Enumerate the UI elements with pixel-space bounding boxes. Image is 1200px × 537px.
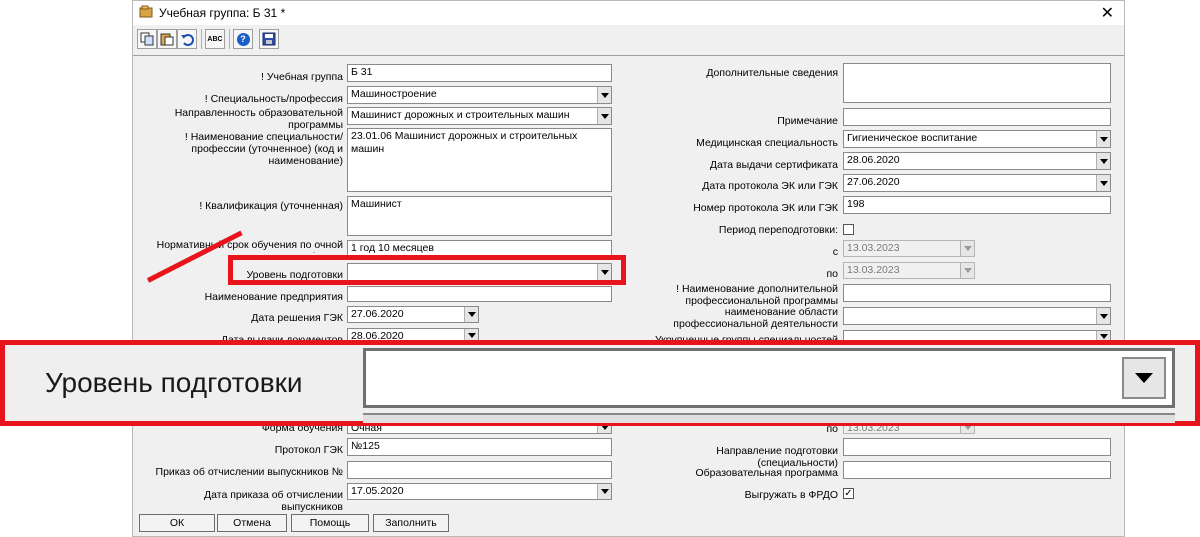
chevron-down-icon[interactable] [1122,357,1166,399]
area-label: наименование области профессиональной де… [673,306,838,330]
to-value: 13.03.2023 [847,264,900,276]
paste-icon [160,33,174,46]
frdo-label: Выгружать в ФРДО [744,489,838,501]
help-button[interactable]: ? [233,29,253,49]
eduprog-field[interactable] [843,461,1111,479]
ek-date-label: Дата протокола ЭК или ГЭК [702,180,838,192]
cert-date-value: 28.06.2020 [847,154,900,166]
ek-date-select[interactable]: 27.06.2020 [843,174,1111,192]
toolbar-separator [229,29,230,49]
to-date-select[interactable]: 13.03.2023 [843,262,975,279]
chevron-down-icon[interactable] [960,263,974,278]
name-label: ! Наименование специальности/профессии (… [184,131,343,167]
spec-label: ! Специальность/профессия [204,93,343,105]
chevron-down-icon[interactable] [464,307,478,322]
order-date-value: 17.05.2020 [351,485,404,497]
name-textarea[interactable]: 23.01.06 Машинист дорожных и строительны… [347,128,612,192]
from-value: 13.03.2023 [847,242,900,254]
from-date-select[interactable]: 13.03.2023 [843,240,975,257]
retrain-label: Период переподготовки: [718,224,838,236]
addprog-label: ! Наименование дополнительной профессион… [676,283,838,307]
area-select[interactable] [843,307,1111,325]
chevron-down-icon[interactable] [597,484,611,499]
extra-label: Дополнительные сведения [706,67,838,79]
copy-button[interactable] [137,29,157,49]
qual-label: ! Квалификация (уточненная) [199,200,343,212]
from-label: с [832,246,838,258]
gek-date-select[interactable]: 27.06.2020 [347,306,479,323]
group-label: ! Учебная группа [261,71,343,83]
cert-date-select[interactable]: 28.06.2020 [843,152,1111,170]
paste-button[interactable] [157,29,177,49]
term-label: Нормативный срок обучения по очной форме [156,239,343,253]
org-label: Наименование предприятия [204,291,343,303]
retrain-checkbox[interactable] [843,224,854,235]
ek-date-value: 27.06.2020 [847,176,900,188]
eduprog-label: Образовательная программа [695,467,838,479]
note-field[interactable] [843,108,1111,126]
to-label: по [826,268,838,280]
zoom-next-field-edge [363,413,1175,423]
toolbar: ABC ? [133,25,1124,53]
protocol-field[interactable]: №125 [347,438,612,456]
chevron-down-icon[interactable] [597,87,611,103]
highlight-frame [228,255,626,285]
chevron-down-icon[interactable] [597,108,611,124]
chevron-down-icon[interactable] [1096,153,1110,169]
undo-icon [181,34,194,46]
window-title: Учебная группа: Б 31 * [159,6,286,20]
extra-textarea[interactable] [843,63,1111,103]
med-value: Гигиеническое воспитание [847,132,978,144]
fill-button[interactable]: Заполнить [373,514,449,532]
med-select[interactable]: Гигиеническое воспитание [843,130,1111,148]
ek-num-label: Номер протокола ЭК или ГЭК [693,202,838,214]
protocol-label: Протокол ГЭК [274,444,343,456]
toolbar-separator [201,29,202,49]
help-icon: ? [236,32,250,46]
app-icon [139,5,153,18]
chevron-down-icon[interactable] [1096,175,1110,191]
cancel-button[interactable]: Отмена [217,514,287,532]
direction-label: Направленность образовательной программы [174,107,343,131]
save-icon [262,32,276,46]
chevron-down-icon[interactable] [960,241,974,256]
copy-icon [140,32,154,46]
direction-value: Машинист дорожных и строительных машин [351,109,570,121]
frdo-checkbox[interactable]: ✓ [843,488,854,499]
zoom-level-label: Уровень подготовки [45,367,303,398]
addprog-field[interactable] [843,284,1111,302]
close-icon[interactable]: ✕ [1101,3,1114,23]
gek-date-label: Дата решения ГЭК [251,312,343,324]
gek-date-value: 27.06.2020 [351,308,404,320]
undo-button[interactable] [177,29,197,49]
note-label: Примечание [777,115,838,127]
ok-button[interactable]: ОК [139,514,215,532]
med-label: Медицинская специальность [696,137,838,149]
order-date-select[interactable]: 17.05.2020 [347,483,612,500]
spec-value: Машиностроение [351,88,437,100]
org-field[interactable] [347,286,612,302]
title-bar: Учебная группа: Б 31 * ✕ [133,1,1124,25]
button-bar: ОК Отмена Помощь Заполнить [133,509,1124,536]
ek-num-field[interactable]: 198 [843,196,1111,214]
spec-select[interactable]: Машиностроение [347,86,612,104]
spellcheck-button[interactable]: ABC [205,29,225,49]
chevron-down-icon[interactable] [1096,131,1110,147]
direction-select[interactable]: Машинист дорожных и строительных машин [347,107,612,125]
chevron-down-icon[interactable] [1096,308,1110,324]
group-field[interactable]: Б 31 [347,64,612,82]
spellcheck-icon: ABC [207,35,223,43]
napr-field[interactable] [843,438,1111,456]
order-field[interactable] [347,461,612,479]
help-dialog-button[interactable]: Помощь [291,514,369,532]
cert-date-label: Дата выдачи сертификата [709,159,838,171]
napr-label: Направление подготовки (специальности) [716,445,838,469]
order-label: Приказ об отчислении выпускников № [155,466,343,478]
save-button[interactable] [259,29,279,49]
zoom-callout: Уровень подготовки [0,340,1200,426]
zoom-level-select[interactable] [363,348,1175,408]
qual-textarea[interactable]: Машинист [347,196,612,236]
